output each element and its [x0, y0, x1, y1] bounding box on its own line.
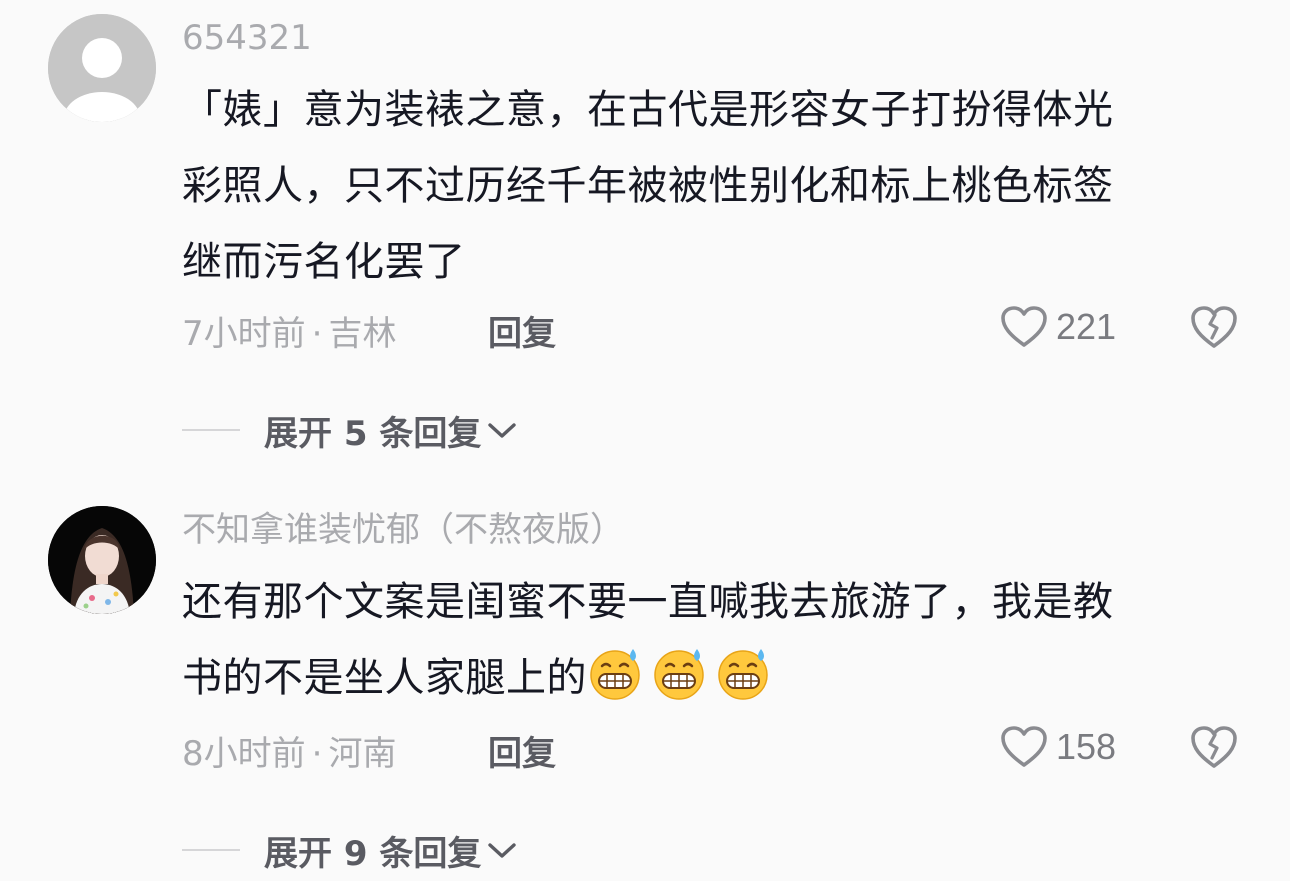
- comment-username[interactable]: 不知拿谁装忧郁（不熬夜版）: [182, 510, 624, 550]
- divider: [182, 849, 240, 851]
- comment-location: 河南: [328, 734, 397, 774]
- separator-dot: ·: [311, 734, 323, 774]
- broken-heart-icon[interactable]: [1190, 304, 1238, 350]
- comment-meta: 7小时前 · 吉林 回复 221: [182, 302, 1290, 355]
- comment-text-line: 继而污名化罢了: [182, 239, 466, 285]
- separator-dot: ·: [311, 314, 323, 354]
- comment-time-location: 8小时前 · 河南: [182, 726, 396, 775]
- expand-replies-label: 展开 5 条回复: [264, 413, 482, 454]
- comment-text: 还有那个文案是闺蜜不要一直喊我去旅游了，我是教 书的不是坐人家腿上的: [182, 564, 1242, 716]
- like-button[interactable]: 158: [1000, 722, 1116, 772]
- comment-username[interactable]: 654321: [182, 18, 312, 58]
- comment-text-line: 「婊」意为装裱之意，在古代是形容女子打扮得体光: [182, 87, 1114, 133]
- like-count: 158: [1056, 726, 1117, 767]
- expand-replies-button[interactable]: 展开 5 条回复: [182, 405, 519, 455]
- comment-time-location: 7小时前 · 吉林: [182, 306, 396, 355]
- grimacing-sweat-emoji: [590, 649, 640, 700]
- like-count: 221: [1056, 306, 1117, 347]
- avatar[interactable]: [48, 506, 156, 614]
- comment-text-line: 还有那个文案是闺蜜不要一直喊我去旅游了，我是教: [182, 579, 1114, 625]
- comment-text-line: 书的不是坐人家腿上的: [182, 640, 1242, 716]
- comment-location: 吉林: [328, 314, 397, 354]
- avatar[interactable]: [48, 14, 156, 122]
- heart-outline-icon: [1001, 306, 1047, 347]
- comment-item: 不知拿谁装忧郁（不熬夜版） 还有那个文案是闺蜜不要一直喊我去旅游了，我是教 书的…: [0, 490, 1290, 881]
- heart-outline-icon: [1001, 726, 1047, 767]
- grimacing-sweat-emoji: [654, 649, 704, 700]
- comment-meta: 8小时前 · 河南 回复 158: [182, 722, 1290, 775]
- user-avatar-photo: [48, 506, 156, 614]
- chevron-down-icon: [488, 423, 517, 438]
- comment-text: 「婊」意为装裱之意，在古代是形容女子打扮得体光 彩照人，只不过历经千年被被性别化…: [182, 72, 1242, 300]
- comment-time: 7小时前: [182, 314, 306, 354]
- comment-text-segment: 书的不是坐人家腿上的: [182, 655, 587, 701]
- reply-button[interactable]: 回复: [488, 306, 556, 355]
- expand-replies-button[interactable]: 展开 9 条回复: [182, 825, 519, 875]
- like-button[interactable]: 221: [1000, 302, 1116, 352]
- grimacing-sweat-emoji: [718, 649, 768, 700]
- comment-item: 654321 「婊」意为装裱之意，在古代是形容女子打扮得体光 彩照人，只不过历经…: [0, 0, 1290, 460]
- broken-heart-icon[interactable]: [1190, 724, 1238, 770]
- chevron-down-icon: [488, 843, 517, 858]
- reply-button[interactable]: 回复: [488, 726, 556, 775]
- divider: [182, 429, 240, 431]
- comment-text-line: 彩照人，只不过历经千年被被性别化和标上桃色标签: [182, 163, 1114, 209]
- comment-time: 8小时前: [182, 734, 306, 774]
- expand-replies-label: 展开 9 条回复: [264, 833, 482, 874]
- default-avatar-icon: [48, 14, 156, 122]
